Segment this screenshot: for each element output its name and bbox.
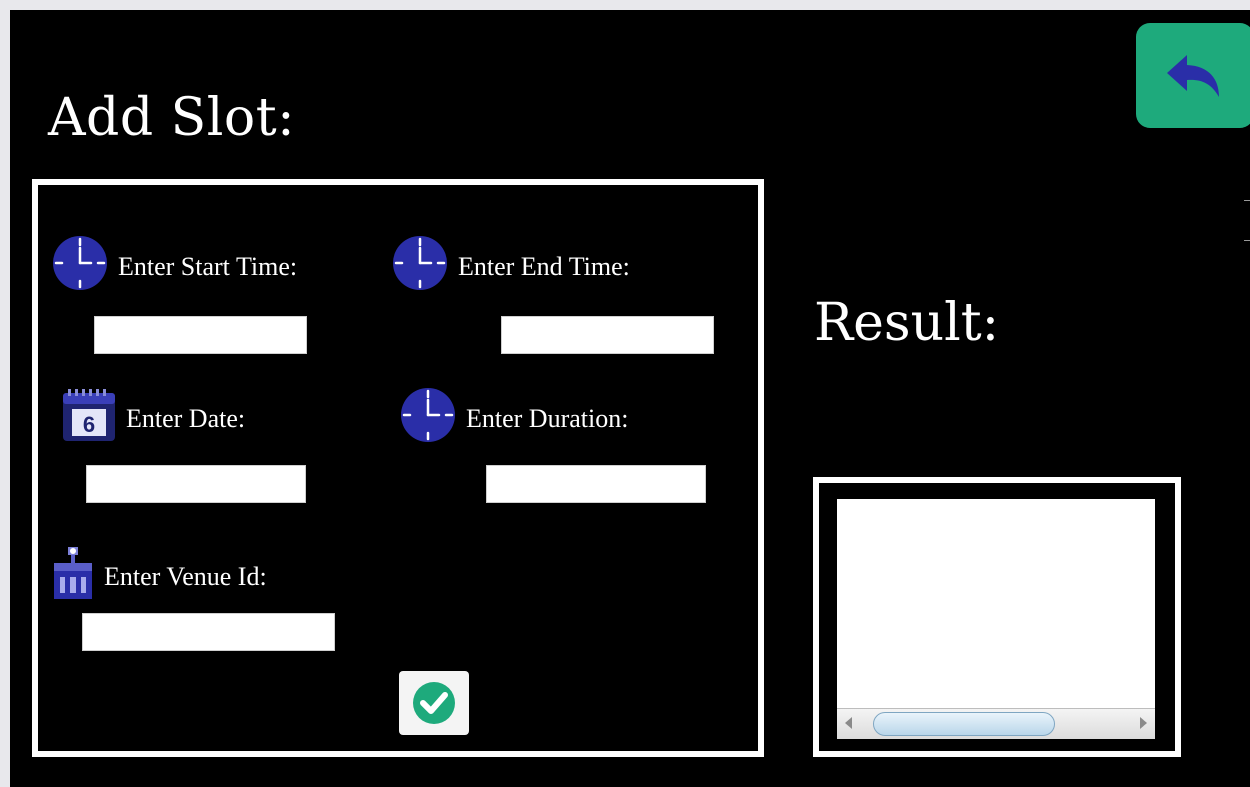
venue-id-label: Enter Venue Id: [50,545,267,608]
building-icon [50,545,96,608]
checkmark-icon [413,682,455,724]
result-box [837,499,1155,739]
horizontal-scrollbar[interactable] [837,708,1155,739]
calendar-day: 6 [83,412,95,437]
submit-button[interactable] [399,671,469,735]
page-title: Add Slot: [48,88,296,148]
clock-icon [50,235,110,298]
back-button[interactable] [1136,23,1250,128]
venue-id-label-text: Enter Venue Id: [104,561,267,591]
edge-divider [1244,200,1250,201]
result-output [837,499,1155,709]
date-label: 6 Enter Date: [60,387,245,450]
result-title: Result: [814,293,1000,353]
start-time-label-text: Enter Start Time: [118,251,298,281]
duration-input[interactable] [486,465,706,503]
scroll-left-arrow-icon[interactable] [845,717,852,729]
end-time-input[interactable] [501,316,714,354]
date-input[interactable] [86,465,306,503]
start-time-label: Enter Start Time: [50,235,297,298]
slot-form-panel: Enter Start Time: Enter End Time: 6 Ente… [32,179,764,757]
start-time-input[interactable] [94,316,307,354]
date-label-text: Enter Date: [126,403,246,433]
undo-arrow-icon [1167,54,1219,97]
app-window: Add Slot: Enter Start Time: Enter End Ti… [10,10,1250,787]
scrollbar-thumb[interactable] [873,712,1055,736]
end-time-label-text: Enter End Time: [458,251,630,281]
result-frame [813,477,1181,757]
clock-icon [398,387,458,450]
end-time-label: Enter End Time: [390,235,630,298]
calendar-icon: 6 [60,387,118,450]
edge-divider [1244,240,1250,241]
duration-label: Enter Duration: [398,387,628,450]
venue-id-input[interactable] [82,613,335,651]
scroll-right-arrow-icon[interactable] [1140,717,1147,729]
duration-label-text: Enter Duration: [466,403,629,433]
clock-icon [390,235,450,298]
